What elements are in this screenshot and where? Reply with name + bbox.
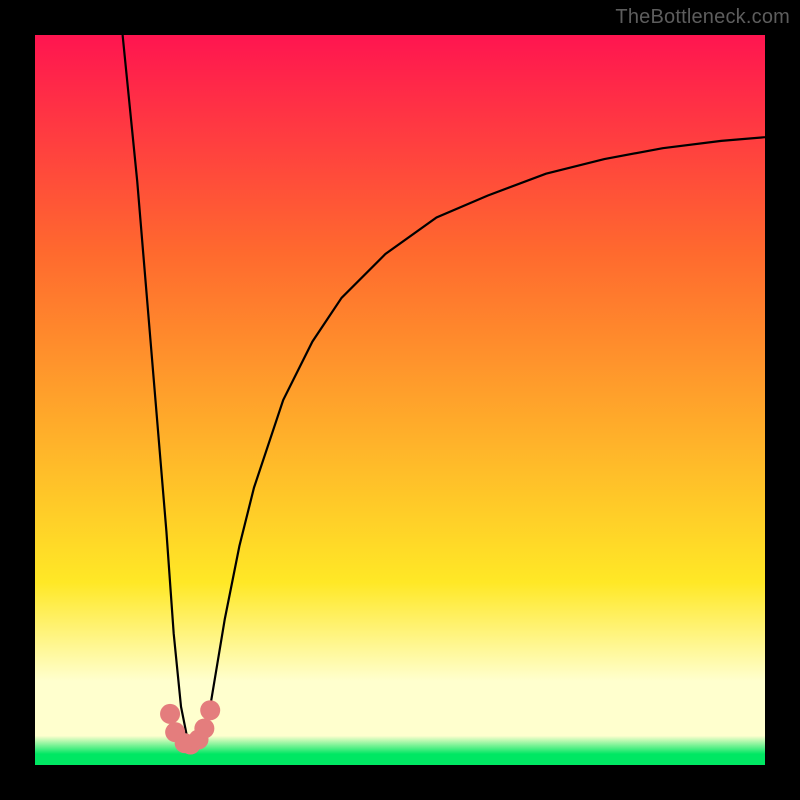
marker-point — [200, 700, 220, 720]
marker-point — [160, 704, 180, 724]
bottleneck-plot-svg — [35, 35, 765, 765]
gradient-background — [35, 35, 765, 765]
plot-area — [35, 35, 765, 765]
chart-outer: TheBottleneck.com — [0, 0, 800, 800]
watermark-text: TheBottleneck.com — [615, 6, 790, 29]
marker-point — [194, 719, 214, 739]
